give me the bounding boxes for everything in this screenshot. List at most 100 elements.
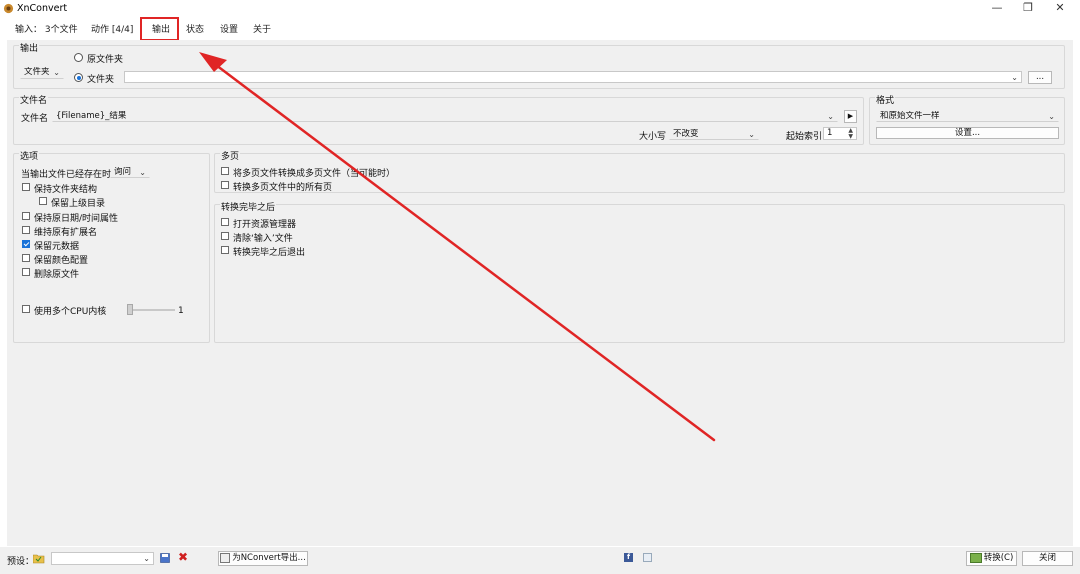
keep-parent-dir-checkbox[interactable] — [39, 197, 47, 205]
case-label: 大小写 — [639, 132, 667, 142]
output-type-value: 文件夹 — [24, 67, 50, 77]
after-conversion-group-label: 转换完毕之后 — [220, 200, 277, 213]
cpu-slider-track[interactable] — [127, 309, 175, 311]
window-title: XnConvert — [17, 3, 68, 14]
convert-multipage-label: 将多页文件转换成多页文件（当可能时） — [233, 169, 396, 179]
convert-all-pages-label: 转换多页文件中的所有页 — [233, 183, 333, 193]
radio-source-folder[interactable] — [74, 53, 83, 62]
tab-output[interactable]: 输出 — [152, 22, 170, 35]
multipage-group: 多页 将多页文件转换成多页文件（当可能时） 转换多页文件中的所有页 — [214, 149, 1065, 193]
keep-metadata-label: 保留元数据 — [34, 242, 80, 252]
convert-icon — [969, 552, 982, 563]
export-nconvert-button[interactable]: 为NConvert导出... — [218, 551, 308, 566]
export-icon — [220, 552, 231, 563]
minimize-button[interactable]: — — [983, 1, 1011, 15]
filename-tokens-button[interactable]: ▶ — [844, 110, 857, 123]
start-index-label: 起始索引 — [786, 132, 823, 142]
facebook-icon[interactable]: f — [624, 553, 633, 562]
keep-datetime-checkbox[interactable] — [22, 212, 30, 220]
tab-input[interactable]: 输入： 3个文件 — [15, 22, 78, 35]
keep-folder-structure-checkbox[interactable] — [22, 183, 30, 191]
preset-select[interactable]: ⌄ — [51, 552, 154, 565]
delete-original-checkbox[interactable] — [22, 268, 30, 276]
chevron-down-icon: ⌄ — [139, 168, 146, 177]
case-value: 不改变 — [673, 129, 699, 139]
output-panel: 输出 文件夹 ⌄ 原文件夹 文件夹 ⌄ ... 文件名 文件名 {Filenam… — [7, 40, 1073, 546]
xnconvert-logo-icon — [3, 3, 14, 14]
delete-x-icon[interactable]: ✖ — [178, 550, 188, 564]
multi-cpu-label: 使用多个CPU内核 — [34, 307, 107, 317]
close-window-button[interactable]: ✕ — [1046, 1, 1074, 15]
clear-input-label: 清除‘输入’文件 — [233, 234, 293, 244]
keep-parent-dir-label: 保留上级目录 — [51, 199, 106, 209]
filename-pattern-value: {Filename}_结果 — [56, 111, 127, 121]
output-group-label: 输出 — [19, 41, 40, 54]
convert-button[interactable]: 转换(C) — [966, 551, 1017, 566]
output-type-select[interactable]: 文件夹 ⌄ — [20, 66, 64, 79]
chevron-down-icon: ⌄ — [748, 130, 755, 139]
multi-cpu-checkbox[interactable] — [22, 305, 30, 313]
file-exists-value: 询问 — [114, 167, 132, 177]
open-explorer-checkbox[interactable] — [221, 218, 229, 226]
keep-datetime-label: 保持原日期/时间属性 — [34, 214, 119, 224]
keep-color-profile-checkbox[interactable] — [22, 254, 30, 262]
tab-about[interactable]: 关于 — [253, 22, 271, 35]
radio-folder-label: 文件夹 — [87, 75, 115, 85]
export-nconvert-label: 为NConvert导出... — [232, 553, 306, 563]
spinner-arrows-icon[interactable]: ▲ ▼ — [848, 128, 853, 139]
format-group-label: 格式 — [875, 93, 896, 106]
keep-metadata-checkbox[interactable] — [22, 240, 30, 248]
radio-source-folder-label: 原文件夹 — [87, 55, 124, 65]
filename-field-label: 文件名 — [21, 114, 49, 124]
chevron-down-icon: ⌄ — [827, 112, 834, 121]
options-group-label: 选项 — [19, 149, 40, 162]
file-exists-label: 当输出文件已经存在时 — [21, 170, 112, 180]
start-index-stepper[interactable]: 1 ▲ ▼ — [823, 127, 857, 140]
file-exists-select[interactable]: 询问 ⌄ — [110, 166, 150, 178]
preset-label: 预设： — [7, 557, 35, 567]
tab-settings[interactable]: 设置 — [220, 22, 238, 35]
close-button[interactable]: 关闭 — [1022, 551, 1073, 566]
format-settings-button[interactable]: 设置... — [876, 127, 1059, 139]
filename-pattern-input[interactable]: {Filename}_结果 ⌄ — [52, 110, 838, 122]
filename-group-label: 文件名 — [19, 93, 49, 106]
options-group: 选项 当输出文件已经存在时 询问 ⌄ 保持文件夹结构 保留上级目录 保持原日期/… — [13, 149, 210, 343]
chevron-down-icon: ⌄ — [1011, 73, 1018, 82]
convert-multipage-checkbox[interactable] — [221, 167, 229, 175]
chevron-down-icon: ⌄ — [53, 68, 60, 77]
format-group: 格式 和原始文件一样 ⌄ 设置... — [869, 93, 1065, 145]
maximize-button[interactable]: ❐ — [1014, 1, 1042, 15]
title-bar: XnConvert — ❐ ✕ — [0, 0, 1080, 18]
convert-all-pages-checkbox[interactable] — [221, 181, 229, 189]
keep-extension-label: 维持原有扩展名 — [34, 228, 98, 238]
radio-folder[interactable] — [74, 73, 83, 82]
tab-actions[interactable]: 动作 [4/4] — [91, 22, 133, 35]
exit-after-checkbox[interactable] — [221, 246, 229, 254]
output-group: 输出 文件夹 ⌄ 原文件夹 文件夹 ⌄ ... — [13, 41, 1065, 89]
start-index-value: 1 — [827, 128, 833, 138]
status-bar: 预设： ⌄ ✖ 为NConvert导出... f 转换(C) 关闭 — [0, 547, 1080, 574]
clear-input-checkbox[interactable] — [221, 232, 229, 240]
chevron-down-icon: ⌄ — [1048, 112, 1055, 121]
chevron-down-icon: ⌄ — [143, 554, 150, 563]
tab-status[interactable]: 状态 — [186, 22, 204, 35]
exit-after-label: 转换完毕之后退出 — [233, 248, 306, 258]
twitter-icon[interactable] — [643, 553, 652, 562]
keep-extension-checkbox[interactable] — [22, 226, 30, 234]
keep-color-profile-label: 保留颜色配置 — [34, 256, 89, 266]
browse-button[interactable]: ... — [1028, 71, 1052, 84]
format-value: 和原始文件一样 — [880, 111, 940, 121]
convert-label: 转换(C) — [983, 553, 1014, 563]
save-disk-icon[interactable] — [160, 553, 170, 563]
format-select[interactable]: 和原始文件一样 ⌄ — [876, 110, 1059, 122]
filename-group: 文件名 文件名 {Filename}_结果 ⌄ ▶ 大小写 不改变 ⌄ 起始索引… — [13, 93, 864, 145]
case-select[interactable]: 不改变 ⌄ — [669, 128, 759, 140]
keep-folder-structure-label: 保持文件夹结构 — [34, 185, 98, 195]
play-arrow-icon: ▶ — [847, 112, 854, 120]
after-conversion-group: 转换完毕之后 打开资源管理器 清除‘输入’文件 转换完毕之后退出 — [214, 200, 1065, 343]
folder-open-icon[interactable] — [33, 553, 45, 564]
cpu-slider-thumb[interactable] — [127, 304, 133, 315]
multipage-group-label: 多页 — [220, 149, 241, 162]
cpu-value: 1 — [178, 306, 184, 316]
output-path-input[interactable]: ⌄ — [124, 71, 1022, 83]
